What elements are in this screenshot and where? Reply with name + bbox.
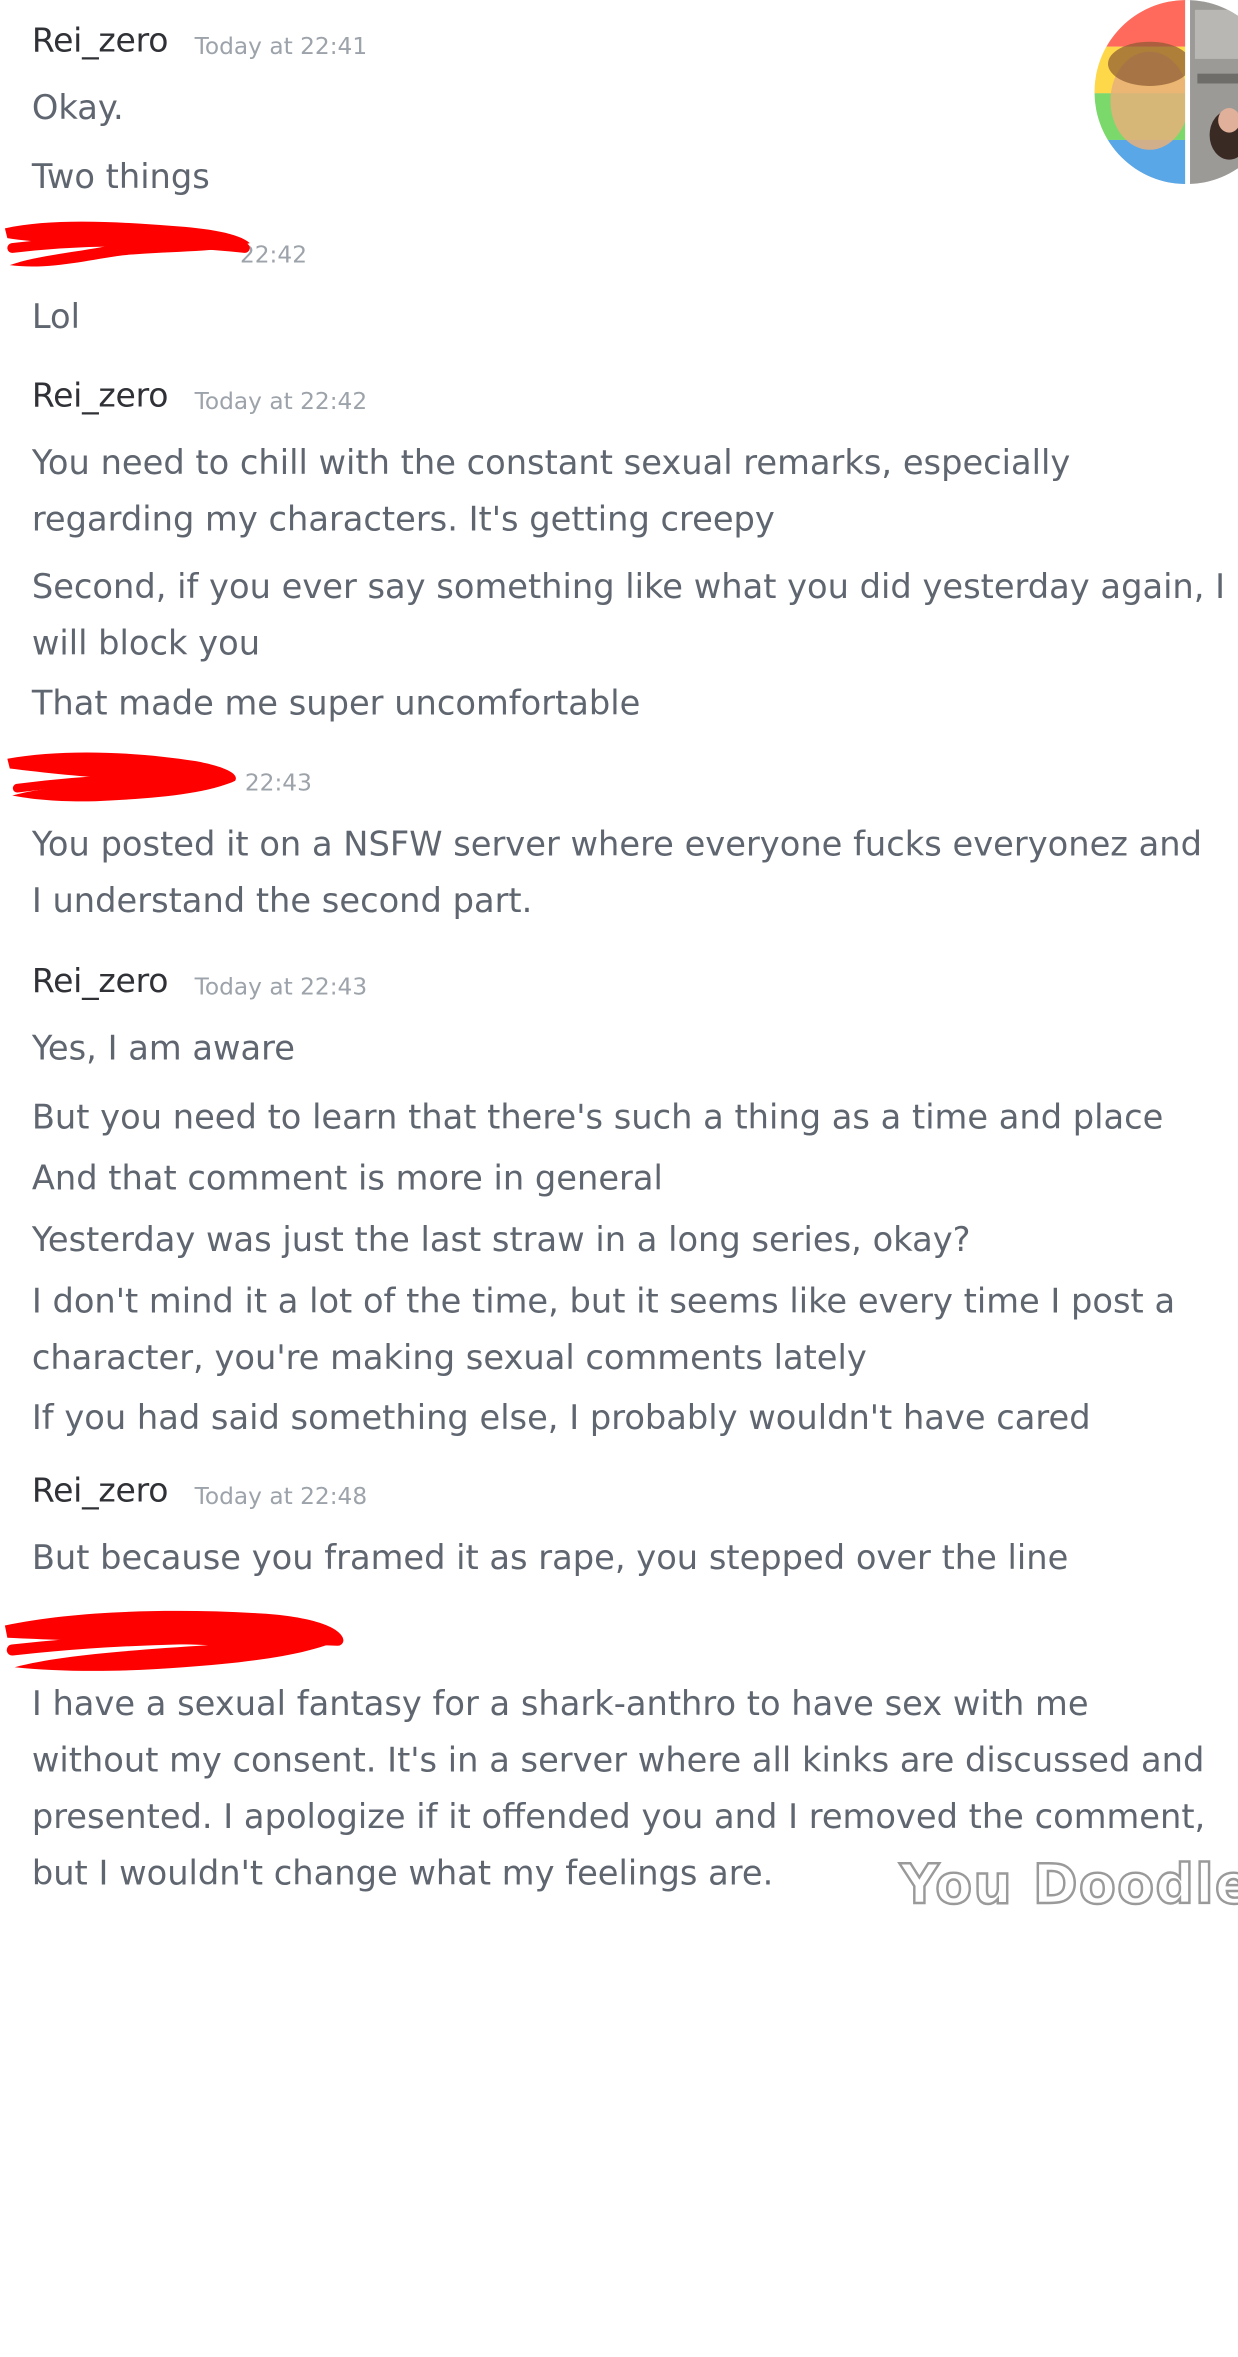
message-timestamp: Today at 22:48 — [194, 1483, 368, 1511]
message-text: I understand the second part. — [31, 881, 533, 921]
message-text: Second, if you ever say something like w… — [31, 567, 1226, 607]
message-text: character, you're making sexual comments… — [31, 1338, 867, 1378]
message-text: But because you framed it as rape, you s… — [31, 1538, 1069, 1578]
message-text: Two things — [31, 157, 210, 197]
message-text: And that comment is more in general — [31, 1158, 663, 1199]
message-text: will block you — [31, 623, 261, 663]
avatar-image — [1094, 0, 1238, 185]
message-text: You posted it on a NSFW server where eve… — [31, 825, 1203, 865]
message-text: You need to chill with the constant sexu… — [31, 443, 1071, 483]
message-text: Okay. — [31, 88, 124, 128]
message-text: presented. I apologize if it offended yo… — [31, 1797, 1206, 1837]
message-text: without my consent. It's in a server whe… — [31, 1740, 1205, 1781]
chat-log: Rei_zero Today at 22:41 Okay. Two things… — [0, 0, 1238, 1920]
message-timestamp: Today at 22:43 — [194, 973, 368, 1001]
message-timestamp: 22:43 — [244, 769, 312, 797]
username[interactable]: Rei_zero — [32, 22, 169, 60]
redaction-scribble — [4, 1610, 344, 1671]
message-text: but I wouldn't change what my feelings a… — [31, 1853, 774, 1894]
message-text: Lol — [31, 297, 80, 337]
message-text: Yes, I am aware — [31, 1028, 295, 1069]
watermark-text: You Doodle — [899, 1853, 1238, 1918]
redaction-scribble — [4, 221, 250, 267]
redaction-scribble — [7, 752, 236, 802]
message-timestamp: Today at 22:42 — [194, 387, 368, 415]
message-text: I don't mind it a lot of the time, but i… — [31, 1281, 1176, 1322]
message-text: Yesterday was just the last straw in a l… — [31, 1220, 971, 1260]
username[interactable]: Rei_zero — [32, 1472, 169, 1510]
message-text: If you had said something else, I probab… — [31, 1398, 1091, 1438]
message-text: But you need to learn that there's such … — [31, 1097, 1164, 1137]
username[interactable]: Rei_zero — [32, 377, 169, 415]
username[interactable]: Rei_zero — [32, 963, 169, 1001]
message-timestamp: Today at 22:41 — [194, 33, 368, 61]
message-text: regarding my characters. It's getting cr… — [31, 499, 775, 539]
avatar[interactable] — [1094, 0, 1238, 185]
message-text: That made me super uncomfortable — [31, 683, 641, 724]
message-text: I have a sexual fantasy for a shark-anth… — [31, 1684, 1089, 1724]
